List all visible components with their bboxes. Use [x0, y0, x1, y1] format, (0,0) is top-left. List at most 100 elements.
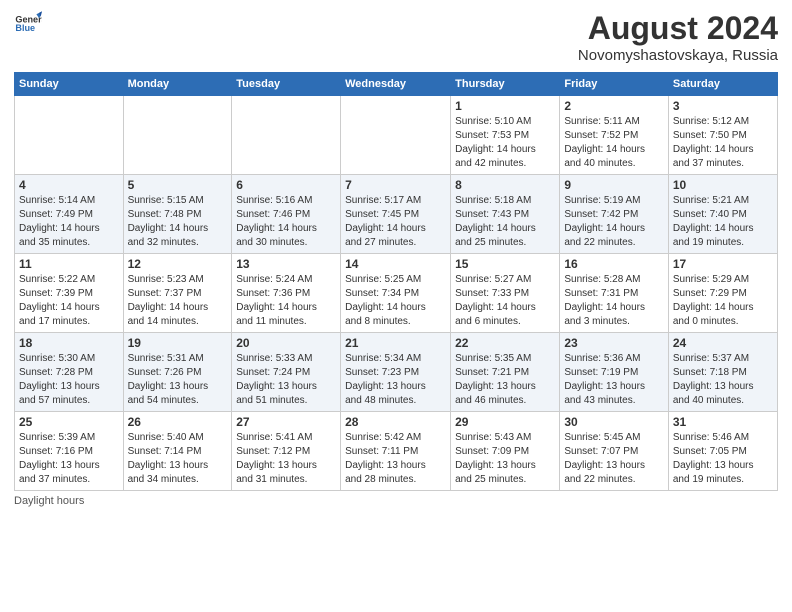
- day-number: 24: [673, 336, 773, 350]
- day-number: 29: [455, 415, 555, 429]
- svg-text:Blue: Blue: [15, 23, 35, 33]
- calendar-cell: 21Sunrise: 5:34 AM Sunset: 7:23 PM Dayli…: [341, 333, 451, 412]
- day-info: Sunrise: 5:21 AM Sunset: 7:40 PM Dayligh…: [673, 194, 773, 250]
- day-info: Sunrise: 5:15 AM Sunset: 7:48 PM Dayligh…: [128, 194, 228, 250]
- day-number: 13: [236, 257, 336, 271]
- calendar-cell: 7Sunrise: 5:17 AM Sunset: 7:45 PM Daylig…: [341, 175, 451, 254]
- day-number: 15: [455, 257, 555, 271]
- day-number: 22: [455, 336, 555, 350]
- calendar-day-header: Friday: [560, 73, 669, 96]
- day-number: 30: [564, 415, 664, 429]
- day-info: Sunrise: 5:17 AM Sunset: 7:45 PM Dayligh…: [345, 194, 446, 250]
- day-info: Sunrise: 5:40 AM Sunset: 7:14 PM Dayligh…: [128, 431, 228, 487]
- location-subtitle: Novomyshastovskaya, Russia: [578, 47, 778, 64]
- day-info: Sunrise: 5:10 AM Sunset: 7:53 PM Dayligh…: [455, 115, 555, 171]
- calendar-cell: 13 Sunrise: 5:24 AM Sunset: 7:36 PM Dayli…: [232, 254, 341, 333]
- calendar-cell: [123, 96, 232, 175]
- day-info: Sunrise: 5:11 AM Sunset: 7:52 PM Dayligh…: [564, 115, 664, 171]
- calendar-cell: 4 Sunrise: 5:14 AM Sunset: 7:49 PM Daylig…: [15, 175, 124, 254]
- calendar-week-row: 11 Sunrise: 5:22 AM Sunset: 7:39 PM Dayli…: [15, 254, 778, 333]
- day-info: Sunrise: 5:22 AM Sunset: 7:39 PM Dayligh…: [19, 273, 119, 329]
- day-number: 21: [345, 336, 446, 350]
- day-number: 23: [564, 336, 664, 350]
- month-year-title: August 2024: [578, 10, 778, 47]
- calendar-cell: 10 Sunrise: 5:21 AM Sunset: 7:40 PM Dayli…: [668, 175, 777, 254]
- calendar-cell: 31 Sunrise: 5:46 AM Sunset: 7:05 PM Dayli…: [668, 412, 777, 491]
- logo-icon: General Blue: [14, 10, 42, 38]
- day-info: Sunrise: 5:18 AM Sunset: 7:43 PM Dayligh…: [455, 194, 555, 250]
- calendar-day-header: Thursday: [451, 73, 560, 96]
- calendar-cell: 9 Sunrise: 5:19 AM Sunset: 7:42 PM Daylig…: [560, 175, 669, 254]
- title-block: August 2024 Novomyshastovskaya, Russia: [578, 10, 778, 64]
- day-info: Sunrise: 5:45 AM Sunset: 7:07 PM Dayligh…: [564, 431, 664, 487]
- day-number: 31: [673, 415, 773, 429]
- day-number: 14: [345, 257, 446, 271]
- day-number: 12: [128, 257, 228, 271]
- calendar-week-row: 4 Sunrise: 5:14 AM Sunset: 7:49 PM Daylig…: [15, 175, 778, 254]
- calendar-cell: 1 Sunrise: 5:10 AM Sunset: 7:53 PM Daylig…: [451, 96, 560, 175]
- day-info: Sunrise: 5:12 AM Sunset: 7:50 PM Dayligh…: [673, 115, 773, 171]
- footer-note: Daylight hours: [14, 495, 778, 507]
- day-info: Sunrise: 5:35 AM Sunset: 7:21 PM Dayligh…: [455, 352, 555, 408]
- calendar-cell: 5 Sunrise: 5:15 AM Sunset: 7:48 PM Daylig…: [123, 175, 232, 254]
- calendar-cell: 8 Sunrise: 5:18 AM Sunset: 7:43 PM Daylig…: [451, 175, 560, 254]
- day-info: Sunrise: 5:31 AM Sunset: 7:26 PM Dayligh…: [128, 352, 228, 408]
- day-info: Sunrise: 5:14 AM Sunset: 7:49 PM Dayligh…: [19, 194, 119, 250]
- page-header: General Blue August 2024 Novomyshastovsk…: [14, 10, 778, 64]
- day-info: Sunrise: 5:24 AM Sunset: 7:36 PM Dayligh…: [236, 273, 336, 329]
- day-number: 2: [564, 99, 664, 113]
- day-info: Sunrise: 5:41 AM Sunset: 7:12 PM Dayligh…: [236, 431, 336, 487]
- day-number: 26: [128, 415, 228, 429]
- day-number: 9: [564, 178, 664, 192]
- calendar-cell: 18Sunrise: 5:30 AM Sunset: 7:28 PM Dayli…: [15, 333, 124, 412]
- calendar-cell: 11 Sunrise: 5:22 AM Sunset: 7:39 PM Dayli…: [15, 254, 124, 333]
- day-number: 11: [19, 257, 119, 271]
- day-info: Sunrise: 5:16 AM Sunset: 7:46 PM Dayligh…: [236, 194, 336, 250]
- day-info: Sunrise: 5:23 AM Sunset: 7:37 PM Dayligh…: [128, 273, 228, 329]
- calendar-day-header: Saturday: [668, 73, 777, 96]
- day-info: Sunrise: 5:37 AM Sunset: 7:18 PM Dayligh…: [673, 352, 773, 408]
- calendar-cell: 30 Sunrise: 5:45 AM Sunset: 7:07 PM Dayli…: [560, 412, 669, 491]
- calendar-cell: 2 Sunrise: 5:11 AM Sunset: 7:52 PM Daylig…: [560, 96, 669, 175]
- day-number: 5: [128, 178, 228, 192]
- day-info: Sunrise: 5:39 AM Sunset: 7:16 PM Dayligh…: [19, 431, 119, 487]
- calendar-week-row: 25Sunrise: 5:39 AM Sunset: 7:16 PM Dayli…: [15, 412, 778, 491]
- daylight-label: Daylight hours: [14, 495, 84, 507]
- calendar-cell: 12 Sunrise: 5:23 AM Sunset: 7:37 PM Dayli…: [123, 254, 232, 333]
- calendar-day-header: Monday: [123, 73, 232, 96]
- calendar-cell: 6 Sunrise: 5:16 AM Sunset: 7:46 PM Daylig…: [232, 175, 341, 254]
- day-number: 27: [236, 415, 336, 429]
- calendar-cell: [341, 96, 451, 175]
- day-info: Sunrise: 5:19 AM Sunset: 7:42 PM Dayligh…: [564, 194, 664, 250]
- day-number: 16: [564, 257, 664, 271]
- day-number: 4: [19, 178, 119, 192]
- day-info: Sunrise: 5:46 AM Sunset: 7:05 PM Dayligh…: [673, 431, 773, 487]
- day-number: 8: [455, 178, 555, 192]
- calendar-cell: 3 Sunrise: 5:12 AM Sunset: 7:50 PM Daylig…: [668, 96, 777, 175]
- day-info: Sunrise: 5:27 AM Sunset: 7:33 PM Dayligh…: [455, 273, 555, 329]
- day-info: Sunrise: 5:42 AM Sunset: 7:11 PM Dayligh…: [345, 431, 446, 487]
- day-info: Sunrise: 5:29 AM Sunset: 7:29 PM Dayligh…: [673, 273, 773, 329]
- calendar-cell: 26 Sunrise: 5:40 AM Sunset: 7:14 PM Dayli…: [123, 412, 232, 491]
- logo: General Blue: [14, 10, 42, 38]
- calendar-table: SundayMondayTuesdayWednesdayThursdayFrid…: [14, 72, 778, 491]
- day-number: 10: [673, 178, 773, 192]
- calendar-cell: [15, 96, 124, 175]
- calendar-header-row: SundayMondayTuesdayWednesdayThursdayFrid…: [15, 73, 778, 96]
- calendar-cell: 28 Sunrise: 5:42 AM Sunset: 7:11 PM Dayli…: [341, 412, 451, 491]
- calendar-day-header: Sunday: [15, 73, 124, 96]
- day-info: Sunrise: 5:28 AM Sunset: 7:31 PM Dayligh…: [564, 273, 664, 329]
- page-container: General Blue August 2024 Novomyshastovsk…: [0, 0, 792, 517]
- day-number: 1: [455, 99, 555, 113]
- calendar-cell: 20Sunrise: 5:33 AM Sunset: 7:24 PM Dayli…: [232, 333, 341, 412]
- day-info: Sunrise: 5:36 AM Sunset: 7:19 PM Dayligh…: [564, 352, 664, 408]
- calendar-cell: 29Sunrise: 5:43 AM Sunset: 7:09 PM Dayli…: [451, 412, 560, 491]
- calendar-cell: 27 Sunrise: 5:41 AM Sunset: 7:12 PM Dayli…: [232, 412, 341, 491]
- day-number: 6: [236, 178, 336, 192]
- calendar-cell: 15 Sunrise: 5:27 AM Sunset: 7:33 PM Dayli…: [451, 254, 560, 333]
- calendar-cell: 16 Sunrise: 5:28 AM Sunset: 7:31 PM Dayli…: [560, 254, 669, 333]
- day-number: 28: [345, 415, 446, 429]
- day-number: 3: [673, 99, 773, 113]
- calendar-day-header: Wednesday: [341, 73, 451, 96]
- day-info: Sunrise: 5:25 AM Sunset: 7:34 PM Dayligh…: [345, 273, 446, 329]
